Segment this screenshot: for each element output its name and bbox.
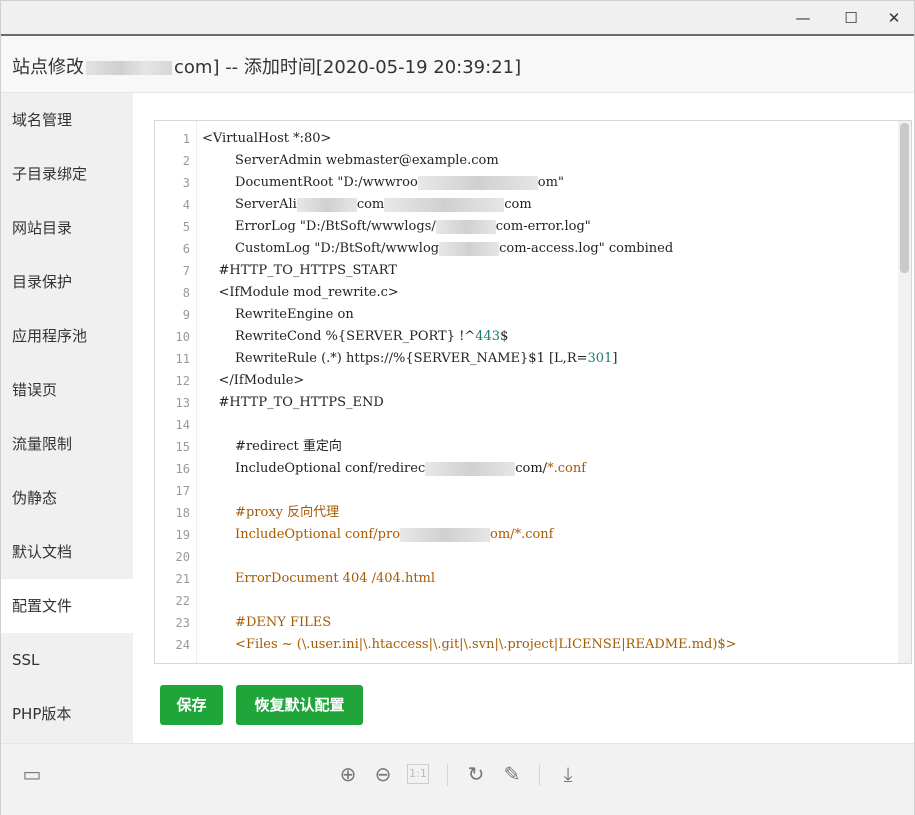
redacted-text bbox=[435, 219, 496, 234]
code-line: #redirect 重定向 bbox=[202, 439, 342, 454]
line-number: 8 bbox=[182, 286, 190, 300]
sidebar-item-default-doc[interactable]: 默认文档 bbox=[1, 525, 133, 579]
sidebar-item-dir-protect[interactable]: 目录保护 bbox=[1, 255, 133, 309]
sidebar-item-error-page[interactable]: 错误页 bbox=[1, 363, 133, 417]
sidebar-item-ssl[interactable]: SSL bbox=[1, 633, 133, 687]
code-line: ServerAdmin webmaster@example.com bbox=[202, 153, 499, 168]
code-line: ServerAli com com bbox=[202, 197, 532, 212]
line-number: 13 bbox=[175, 396, 190, 410]
layout-icon[interactable]: ▭ bbox=[19, 761, 45, 787]
download-icon[interactable]: ⤓ bbox=[555, 761, 581, 787]
bottom-toolbar: ▭ ⊕ ⊖ 1:1 ↻ ✎ ⤓ bbox=[1, 743, 914, 815]
sidebar-item-domain[interactable]: 域名管理 bbox=[1, 93, 133, 147]
window: — ☐ ✕ 站点修改 com] -- 添加时间[2020-05-19 20:39:… bbox=[0, 0, 915, 815]
line-number: 20 bbox=[175, 550, 190, 564]
sidebar-item-traffic-limit[interactable]: 流量限制 bbox=[1, 417, 133, 471]
line-number: 21 bbox=[175, 572, 190, 586]
zoom-in-icon[interactable]: ⊕ bbox=[335, 761, 361, 787]
title-bar: — ☐ ✕ bbox=[1, 1, 914, 34]
sidebar: 域名管理 子目录绑定 网站目录 目录保护 应用程序池 错误页 流量限制 伪静态 … bbox=[1, 93, 133, 743]
page-title-suffix: com] -- 添加时间[2020-05-19 20:39:21] bbox=[174, 57, 522, 78]
line-number: 15 bbox=[175, 440, 190, 454]
code-line: #HTTP_TO_HTTPS_START bbox=[202, 263, 397, 278]
save-button[interactable]: 保存 bbox=[160, 685, 223, 725]
redacted-text bbox=[296, 197, 357, 212]
sidebar-item-php-version[interactable]: PHP版本 bbox=[1, 687, 133, 741]
actual-size-icon[interactable]: 1:1 bbox=[407, 764, 429, 784]
sidebar-item-app-pool[interactable]: 应用程序池 bbox=[1, 309, 133, 363]
code-line: IncludeOptional conf/redirec com/*.conf bbox=[202, 461, 587, 476]
sidebar-item-rewrite[interactable]: 伪静态 bbox=[1, 471, 133, 525]
code-line: RewriteEngine on bbox=[202, 307, 354, 322]
line-number: 22 bbox=[175, 594, 190, 608]
code-line: IncludeOptional conf/pro om/*.conf bbox=[202, 527, 554, 542]
line-number: 18 bbox=[175, 506, 190, 520]
restore-default-config-button[interactable]: 恢复默认配置 bbox=[236, 685, 363, 725]
config-editor[interactable]: 1 2 3 4 5 6 7 8 9 10 11 12 13 14 15 16 1… bbox=[154, 120, 912, 664]
code-line: #DENY FILES bbox=[202, 615, 332, 630]
line-number: 7 bbox=[182, 264, 190, 278]
code-line: #HTTP_TO_HTTPS_END bbox=[202, 395, 384, 410]
toolbar-separator bbox=[539, 764, 540, 786]
line-number: 11 bbox=[175, 352, 190, 366]
line-number: 16 bbox=[175, 462, 190, 476]
code-line: CustomLog "D:/BtSoft/wwwlog com-access.lo… bbox=[202, 241, 674, 256]
line-number: 4 bbox=[182, 198, 190, 212]
rotate-icon[interactable]: ↻ bbox=[463, 761, 489, 787]
code-line: </IfModule> bbox=[202, 373, 305, 388]
zoom-out-icon[interactable]: ⊖ bbox=[370, 761, 396, 787]
line-number: 19 bbox=[175, 528, 190, 542]
redacted-text bbox=[417, 175, 538, 190]
code-line: RewriteCond %{SERVER_PORT} !^443$ bbox=[202, 329, 509, 344]
line-number: 12 bbox=[175, 374, 190, 388]
page-title-prefix: 站点修改 bbox=[12, 57, 84, 78]
sidebar-item-site-dir[interactable]: 网站目录 bbox=[1, 201, 133, 255]
redacted-domain bbox=[86, 61, 172, 75]
sidebar-item-config-file[interactable]: 配置文件 bbox=[1, 579, 133, 633]
line-number: 17 bbox=[175, 484, 190, 498]
editor-scrollbar-thumb[interactable] bbox=[900, 123, 909, 273]
line-number: 3 bbox=[182, 176, 190, 190]
code-line: <IfModule mod_rewrite.c> bbox=[202, 285, 399, 300]
code-line: ErrorDocument 404 /404.html bbox=[202, 571, 436, 586]
code-line: <Files ~ (\.user.ini|\.htaccess|\.git|\.… bbox=[202, 637, 737, 652]
line-number-gutter: 1 2 3 4 5 6 7 8 9 10 11 12 13 14 15 16 1… bbox=[155, 121, 197, 663]
page-header: 站点修改 com] -- 添加时间[2020-05-19 20:39:21] bbox=[1, 36, 914, 93]
line-number: 6 bbox=[182, 242, 190, 256]
sidebar-item-subdir[interactable]: 子目录绑定 bbox=[1, 147, 133, 201]
line-number: 1 bbox=[182, 132, 190, 146]
code-line: DocumentRoot "D:/wwwroo om" bbox=[202, 175, 564, 190]
page-title: 站点修改 com] -- 添加时间[2020-05-19 20:39:21] bbox=[12, 53, 521, 79]
toolbar-separator bbox=[447, 764, 448, 786]
redacted-text bbox=[384, 197, 505, 212]
redacted-text bbox=[439, 241, 500, 256]
close-icon[interactable]: ✕ bbox=[879, 5, 909, 31]
line-number: 14 bbox=[175, 418, 190, 432]
minimize-icon[interactable]: — bbox=[788, 5, 818, 31]
line-number: 24 bbox=[175, 638, 190, 652]
line-number: 5 bbox=[182, 220, 190, 234]
redacted-text bbox=[400, 527, 491, 542]
code-line: ErrorLog "D:/BtSoft/wwwlogs/com-error.lo… bbox=[202, 219, 591, 234]
maximize-icon[interactable]: ☐ bbox=[836, 5, 866, 31]
line-number: 10 bbox=[175, 330, 190, 344]
line-number: 2 bbox=[182, 154, 190, 168]
code-line: RewriteRule (.*) https://%{SERVER_NAME}$… bbox=[202, 351, 618, 366]
line-number: 23 bbox=[175, 616, 190, 630]
line-number: 9 bbox=[182, 308, 190, 322]
redacted-text bbox=[425, 461, 516, 476]
edit-icon[interactable]: ✎ bbox=[499, 761, 525, 787]
code-line: <VirtualHost *:80> bbox=[202, 131, 332, 146]
code-line: #proxy 反向代理 bbox=[202, 505, 340, 520]
